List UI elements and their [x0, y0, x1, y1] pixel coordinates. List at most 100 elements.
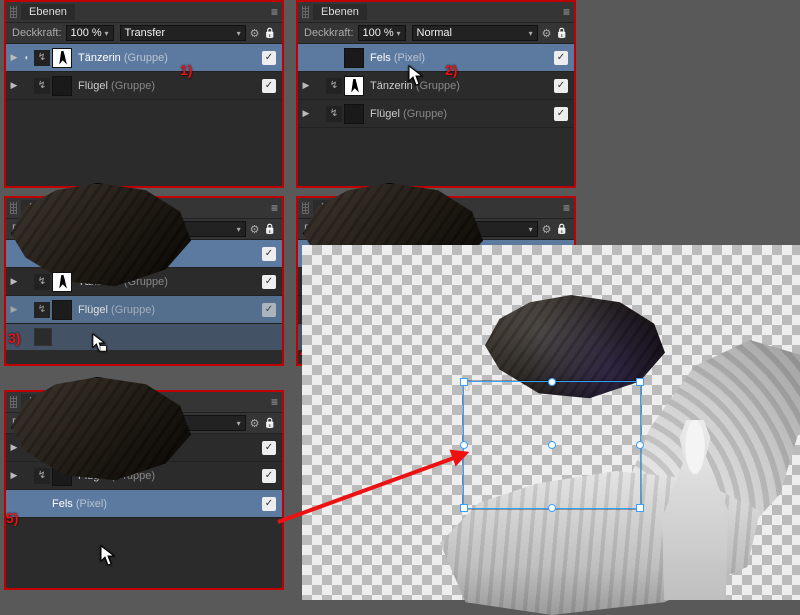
- drag-handle-icon[interactable]: [302, 202, 309, 214]
- layer-thumb[interactable]: [344, 104, 364, 124]
- panel-menu-icon[interactable]: ≡: [271, 395, 278, 409]
- checkbox-icon[interactable]: [262, 497, 276, 511]
- layer-thumb[interactable]: [52, 272, 72, 292]
- drag-handle-icon[interactable]: [10, 6, 17, 18]
- layer-fluegel[interactable]: Flügel (Gruppe): [6, 296, 282, 324]
- drag-ghost-row: [6, 324, 282, 350]
- chevron-down-icon[interactable]: ▾: [237, 225, 241, 234]
- layer-thumb[interactable]: [52, 48, 72, 68]
- checkbox-icon[interactable]: [554, 107, 568, 121]
- visibility-icon[interactable]: [20, 53, 34, 62]
- opacity-field[interactable]: 100 % ▾: [358, 25, 406, 41]
- panel-menu-icon[interactable]: ≡: [563, 5, 570, 19]
- layer-thumb[interactable]: [344, 76, 364, 96]
- lock-icon[interactable]: [264, 27, 276, 39]
- fx-badge-icon[interactable]: [34, 274, 50, 290]
- opacity-field[interactable]: 100 % ▾: [66, 25, 114, 41]
- blend-mode-select[interactable]: Normal ▾: [412, 25, 538, 41]
- tab-layers[interactable]: Ebenen: [21, 4, 75, 20]
- panel-menu-icon[interactable]: ≡: [271, 201, 278, 215]
- layer-name: Flügel (Gruppe): [370, 108, 447, 120]
- blend-mode-select[interactable]: Transfer ▾: [120, 25, 246, 41]
- resize-handle-ne[interactable]: [636, 378, 644, 386]
- lock-icon[interactable]: [556, 223, 568, 235]
- expand-icon[interactable]: [8, 52, 20, 63]
- resize-handle-nw[interactable]: [460, 378, 468, 386]
- panel-menu-icon[interactable]: ≡: [271, 5, 278, 19]
- expand-icon[interactable]: [300, 108, 312, 119]
- layer-fluegel[interactable]: Flügel (Gruppe): [6, 72, 282, 100]
- expand-icon[interactable]: [8, 276, 20, 287]
- checkbox-icon[interactable]: [262, 303, 276, 317]
- resize-handle-s[interactable]: [548, 504, 556, 512]
- opacity-row: Deckkraft: 100 % ▾ Transfer ▾: [6, 22, 282, 44]
- checkbox-icon[interactable]: [262, 441, 276, 455]
- tab-layers[interactable]: Ebenen: [313, 4, 367, 20]
- expand-icon[interactable]: [8, 442, 20, 453]
- blend-mode-value: Transfer: [125, 27, 166, 39]
- fx-badge-icon[interactable]: [34, 468, 50, 484]
- layer-list: Tänzerin (Gruppe) Flügel (Gruppe): [6, 44, 282, 100]
- lock-icon[interactable]: [264, 417, 276, 429]
- fx-badge-icon: [326, 50, 342, 66]
- chevron-down-icon[interactable]: ▾: [529, 225, 533, 234]
- layer-list: Fels (Pixel) Tänzerin (Gruppe) Flügel (G…: [6, 240, 282, 350]
- checkbox-icon[interactable]: [262, 79, 276, 93]
- panel-menu-icon[interactable]: ≡: [563, 201, 570, 215]
- chevron-down-icon[interactable]: ▾: [105, 29, 109, 38]
- drag-handle-icon[interactable]: [10, 396, 17, 408]
- checkbox-icon[interactable]: [262, 275, 276, 289]
- resize-handle-n[interactable]: [548, 378, 556, 386]
- drag-handle-icon[interactable]: [10, 202, 17, 214]
- chevron-down-icon[interactable]: ▾: [237, 29, 241, 38]
- layer-name: Flügel (Gruppe): [78, 80, 155, 92]
- layer-list: Tänzerin (Gruppe) Flügel (Gruppe) Fels (…: [6, 434, 282, 518]
- expand-icon[interactable]: [300, 80, 312, 91]
- fx-badge-icon[interactable]: [34, 302, 50, 318]
- expand-icon[interactable]: [8, 470, 20, 481]
- layer-taenzerin[interactable]: Tänzerin (Gruppe): [298, 72, 574, 100]
- drag-handle-icon[interactable]: [302, 6, 309, 18]
- layers-panel-2: Ebenen ≡ Deckkraft: 100 % ▾ Normal ▾ Fel…: [296, 0, 576, 188]
- lock-icon[interactable]: [264, 223, 276, 235]
- lock-icon[interactable]: [556, 27, 568, 39]
- layer-thumb[interactable]: [52, 76, 72, 96]
- opacity-label: Deckkraft:: [12, 27, 62, 39]
- checkbox-icon[interactable]: [262, 469, 276, 483]
- resize-handle-se[interactable]: [636, 504, 644, 512]
- checkbox-icon[interactable]: [262, 51, 276, 65]
- center-handle[interactable]: [548, 441, 556, 449]
- layer-fels[interactable]: Fels (Pixel): [6, 240, 282, 268]
- layer-name: Tänzerin (Gruppe): [370, 80, 460, 92]
- gear-icon[interactable]: [250, 417, 260, 430]
- transform-bbox[interactable]: d: [463, 381, 641, 509]
- gear-icon[interactable]: [250, 223, 260, 236]
- fx-badge-icon[interactable]: [34, 78, 50, 94]
- expand-icon[interactable]: [8, 304, 20, 315]
- resize-handle-e[interactable]: [636, 441, 644, 449]
- layer-fels[interactable]: Fels (Pixel): [6, 490, 282, 518]
- layer-thumb[interactable]: [52, 300, 72, 320]
- canvas-area[interactable]: d: [302, 245, 800, 600]
- fx-badge-icon[interactable]: [326, 106, 342, 122]
- chevron-down-icon[interactable]: ▾: [397, 29, 401, 38]
- fx-badge-icon[interactable]: [34, 50, 50, 66]
- gear-icon[interactable]: [542, 223, 552, 236]
- expand-icon[interactable]: [8, 80, 20, 91]
- fx-badge-icon[interactable]: [326, 78, 342, 94]
- layer-fluegel[interactable]: Flügel (Gruppe): [298, 100, 574, 128]
- chevron-down-icon[interactable]: ▾: [529, 29, 533, 38]
- resize-handle-sw[interactable]: [460, 504, 468, 512]
- gear-icon[interactable]: [542, 27, 552, 40]
- layer-thumb[interactable]: [344, 48, 364, 68]
- layer-taenzerin[interactable]: Tänzerin (Gruppe): [6, 44, 282, 72]
- gear-icon[interactable]: [250, 27, 260, 40]
- checkbox-icon[interactable]: [554, 79, 568, 93]
- chevron-down-icon[interactable]: ▾: [237, 419, 241, 428]
- checkbox-icon[interactable]: [554, 51, 568, 65]
- panel-header[interactable]: Ebenen ≡: [298, 2, 574, 22]
- resize-handle-w[interactable]: [460, 441, 468, 449]
- layer-fels[interactable]: Fels (Pixel): [298, 44, 574, 72]
- checkbox-icon[interactable]: [262, 247, 276, 261]
- panel-header[interactable]: Ebenen ≡: [6, 2, 282, 22]
